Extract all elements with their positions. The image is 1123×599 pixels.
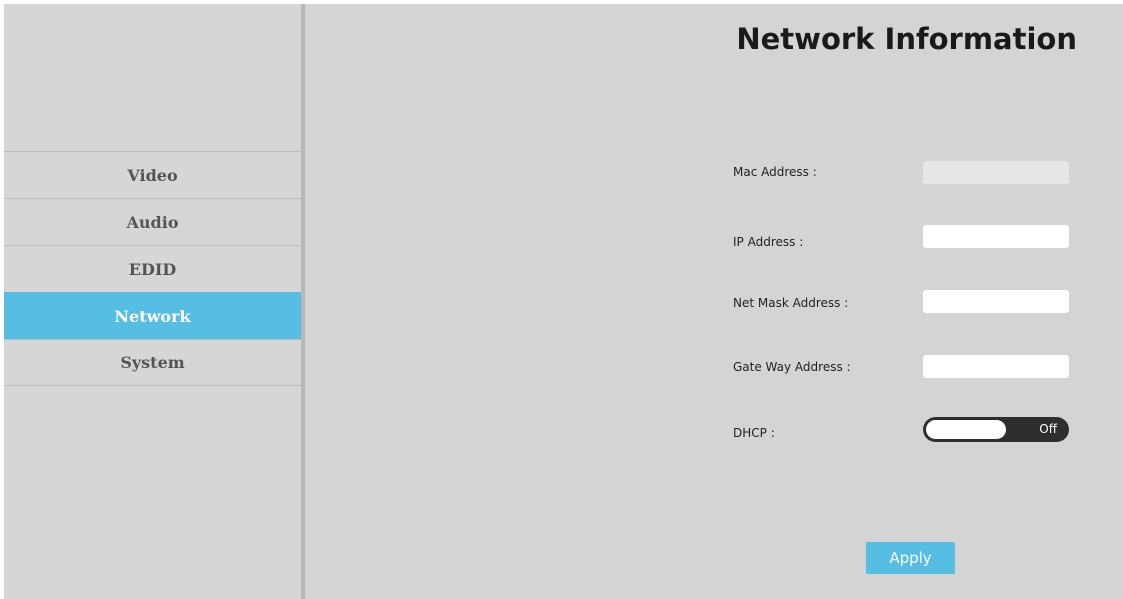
mac-address-field[interactable] — [923, 161, 1069, 184]
app-frame: Video Audio EDID Network System Network … — [4, 4, 1123, 599]
toggle-knob — [926, 420, 1006, 439]
dhcp-label: DHCP : — [733, 426, 775, 440]
sidebar-item-video[interactable]: Video — [4, 151, 301, 198]
sidebar-menu: Video Audio EDID Network System — [4, 151, 301, 386]
sidebar-item-edid[interactable]: EDID — [4, 245, 301, 292]
sidebar-item-audio[interactable]: Audio — [4, 198, 301, 245]
gateway-label: Gate Way Address : — [733, 360, 851, 374]
ip-address-field[interactable] — [923, 225, 1069, 248]
main-content: Network Information Mac Address : IP Add… — [305, 4, 1123, 599]
page-title: Network Information — [736, 22, 1077, 56]
gateway-field[interactable] — [923, 355, 1069, 378]
mac-address-label: Mac Address : — [733, 165, 817, 179]
ip-address-label: IP Address : — [733, 235, 804, 249]
net-mask-field[interactable] — [923, 290, 1069, 313]
dhcp-state-text: Off — [1039, 422, 1057, 436]
net-mask-label: Net Mask Address : — [733, 296, 849, 310]
sidebar-item-network[interactable]: Network — [4, 292, 301, 339]
apply-button[interactable]: Apply — [866, 542, 955, 574]
dhcp-toggle[interactable]: Off — [923, 417, 1069, 442]
sidebar: Video Audio EDID Network System — [4, 4, 301, 599]
sidebar-item-system[interactable]: System — [4, 339, 301, 386]
